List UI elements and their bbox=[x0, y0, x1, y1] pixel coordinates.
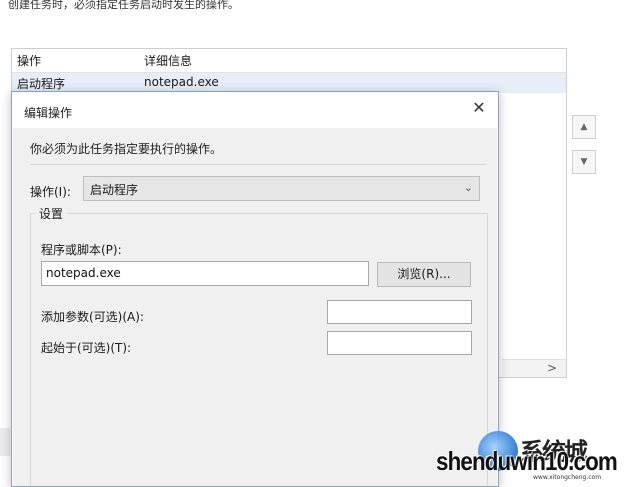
arguments-input[interactable] bbox=[327, 300, 472, 324]
horizontal-scrollbar[interactable]: > bbox=[502, 359, 566, 377]
scroll-right-icon[interactable]: > bbox=[547, 361, 557, 375]
move-down-button[interactable]: ▼ bbox=[572, 150, 596, 174]
program-input[interactable]: notepad.exe bbox=[41, 261, 369, 286]
divider bbox=[30, 164, 486, 165]
actions-list-header: 操作 详细信息 bbox=[12, 49, 566, 73]
watermark-small: www.xitongcheng.com bbox=[533, 474, 602, 481]
chevron-down-icon[interactable]: ⌄ bbox=[464, 181, 473, 194]
background-button-edge bbox=[0, 428, 10, 456]
column-header-action[interactable]: 操作 bbox=[17, 52, 41, 69]
action-select-value: 启动程序 bbox=[90, 183, 139, 197]
close-icon[interactable]: ✕ bbox=[468, 98, 490, 120]
table-row[interactable]: 启动程序 notepad.exe bbox=[12, 73, 566, 93]
row-details: notepad.exe bbox=[144, 75, 219, 89]
dialog-title: 编辑操作 bbox=[24, 106, 73, 120]
browse-button[interactable]: 浏览(R)... bbox=[377, 262, 471, 287]
move-up-button[interactable]: ▲ bbox=[572, 115, 596, 139]
start-in-label: 起始于(可选)(T): bbox=[41, 341, 132, 355]
dialog-body: 你必须为此任务指定要执行的操作。 操作(I): 启动程序 ⌄ 设置 程序或脚本(… bbox=[13, 128, 497, 486]
action-select[interactable]: 启动程序 ⌄ bbox=[83, 176, 480, 201]
arguments-label: 添加参数(可选)(A): bbox=[41, 310, 144, 324]
task-description: 创建任务时，必须指定任务启动时发生的操作。 bbox=[8, 0, 239, 11]
watermark-text: shenduwin10.com bbox=[436, 446, 618, 476]
row-action: 启动程序 bbox=[17, 77, 66, 91]
start-in-input[interactable] bbox=[327, 331, 472, 355]
instruction-text: 你必须为此任务指定要执行的操作。 bbox=[30, 142, 223, 156]
screenshot: 创建任务时，必须指定任务启动时发生的操作。 操作 详细信息 启动程序 notep… bbox=[0, 0, 629, 487]
action-label: 操作(I): bbox=[30, 185, 71, 199]
program-label: 程序或脚本(P): bbox=[41, 243, 122, 257]
edit-action-dialog: 编辑操作 ✕ 你必须为此任务指定要执行的操作。 操作(I): 启动程序 ⌄ 设置… bbox=[11, 91, 499, 487]
settings-legend: 设置 bbox=[35, 205, 68, 222]
column-header-details[interactable]: 详细信息 bbox=[144, 52, 192, 69]
